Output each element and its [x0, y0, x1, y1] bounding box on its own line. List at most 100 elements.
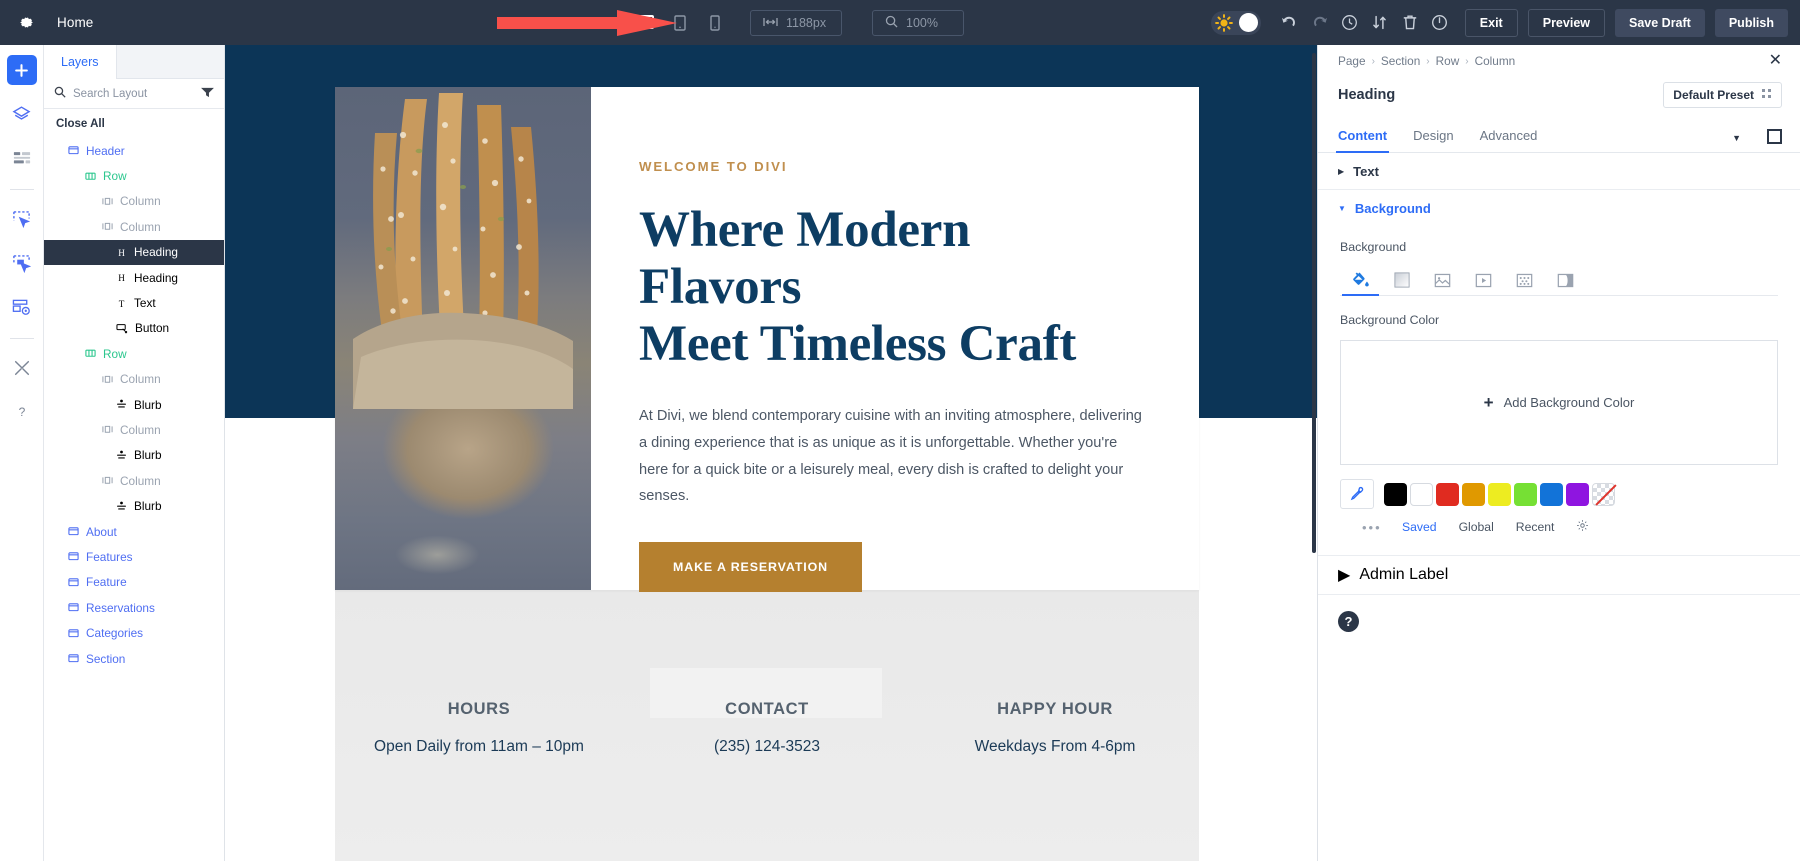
canvas-scrollbar[interactable]	[1312, 53, 1316, 553]
wireframe-icon[interactable]	[7, 143, 37, 173]
close-all-button[interactable]: Close All	[44, 109, 224, 138]
add-icon[interactable]	[6, 55, 37, 85]
background-video-icon[interactable]	[1463, 265, 1504, 295]
tools-icon[interactable]	[7, 353, 37, 383]
preview-button[interactable]: Preview	[1527, 8, 1605, 37]
filter-icon[interactable]	[201, 85, 214, 103]
blurb-icon	[116, 501, 127, 512]
zoom-field[interactable]: 100%	[872, 9, 964, 36]
recent-colors-tab[interactable]: Recent	[1516, 520, 1555, 534]
help-question-icon[interactable]: ?	[1338, 611, 1359, 632]
layer-row-column-3[interactable]: Column	[44, 214, 224, 239]
breadcrumb-column[interactable]: Column	[1475, 54, 1516, 68]
phone-icon[interactable]	[702, 10, 728, 36]
color-swatch-2[interactable]	[1436, 482, 1459, 506]
section-background[interactable]: ▼ Background	[1318, 190, 1800, 227]
layout-preview-icon[interactable]	[7, 292, 37, 322]
color-swatch-6[interactable]	[1540, 482, 1563, 506]
layer-row-heading-5[interactable]: H Heading	[44, 265, 224, 290]
add-background-color-button[interactable]: + Add Background Color	[1340, 340, 1778, 465]
eyedropper-icon[interactable]	[1340, 479, 1374, 509]
layer-label: Button	[135, 321, 170, 336]
color-swatch-3[interactable]	[1462, 482, 1485, 506]
layer-label: Column	[120, 473, 161, 488]
more-dots-icon[interactable]: •••	[1362, 520, 1382, 535]
layer-row-about-15[interactable]: About	[44, 519, 224, 544]
panel-title-row: Heading Default Preset	[1318, 77, 1800, 113]
background-gradient-icon[interactable]	[1381, 265, 1422, 295]
background-mask-icon[interactable]	[1545, 265, 1586, 295]
trash-icon[interactable]	[1395, 8, 1425, 38]
undo-icon[interactable]	[1275, 8, 1305, 38]
layer-row-column-13[interactable]: Column	[44, 468, 224, 493]
layer-row-feature-17[interactable]: Feature	[44, 570, 224, 595]
redo-icon[interactable]	[1305, 8, 1335, 38]
layer-row-column-2[interactable]: Column	[44, 189, 224, 214]
tab-content[interactable]: Content	[1335, 128, 1390, 153]
background-pattern-icon[interactable]	[1504, 265, 1545, 295]
click-select-icon[interactable]	[7, 204, 37, 234]
exit-button[interactable]: Exit	[1464, 8, 1518, 37]
color-swatch-8[interactable]	[1592, 482, 1615, 506]
layer-row-blurb-14[interactable]: Blurb	[44, 493, 224, 518]
sun-icon	[1214, 13, 1233, 32]
save-draft-button[interactable]: Save Draft	[1615, 8, 1705, 37]
tab-design[interactable]: Design	[1413, 128, 1453, 152]
layers-icon[interactable]	[7, 99, 37, 129]
power-icon[interactable]	[1425, 8, 1455, 38]
layer-row-heading-4[interactable]: H Heading	[44, 239, 224, 265]
section-text[interactable]: ▶ Text	[1318, 153, 1800, 190]
expand-square-icon[interactable]	[1767, 129, 1782, 144]
color-swatch-0[interactable]	[1384, 482, 1407, 506]
layer-row-header-0[interactable]: Header	[44, 138, 224, 163]
breadcrumb-separator: ›	[1426, 55, 1430, 67]
layer-row-row-1[interactable]: Row	[44, 163, 224, 188]
layer-row-row-8[interactable]: Row	[44, 341, 224, 366]
breadcrumb-page[interactable]: Page	[1338, 54, 1366, 68]
section-icon	[68, 145, 79, 156]
layer-row-categories-19[interactable]: Categories	[44, 620, 224, 645]
viewport-width-field[interactable]: 1188px	[750, 9, 842, 36]
layer-row-features-16[interactable]: Features	[44, 544, 224, 569]
theme-toggle[interactable]	[1210, 10, 1261, 35]
chevron-right-icon: ▶	[1338, 166, 1345, 176]
multiselect-icon[interactable]	[7, 248, 37, 278]
color-swatch-5[interactable]	[1514, 482, 1537, 506]
help-question-icon[interactable]: ?	[7, 397, 37, 427]
layer-row-reservations-18[interactable]: Reservations	[44, 595, 224, 620]
layers-search-row[interactable]: Search Layout	[44, 79, 224, 109]
layer-label: Blurb	[134, 448, 162, 463]
layer-row-button-7[interactable]: Button	[44, 316, 224, 341]
gear-icon[interactable]	[12, 9, 40, 37]
search-input[interactable]: Search Layout	[73, 88, 194, 100]
breadcrumb-section[interactable]: Section	[1381, 54, 1420, 68]
layer-row-blurb-10[interactable]: Blurb	[44, 392, 224, 417]
layer-row-column-9[interactable]: Column	[44, 367, 224, 392]
section-icon	[68, 526, 79, 537]
background-color-icon[interactable]	[1340, 265, 1381, 296]
color-swatch-4[interactable]	[1488, 482, 1511, 506]
layer-label-wrap: H Heading	[44, 271, 178, 285]
close-icon[interactable]: ✕	[1769, 53, 1782, 69]
history-clock-icon[interactable]	[1335, 8, 1365, 38]
tab-advanced[interactable]: Advanced	[1480, 128, 1538, 152]
layer-row-text-6[interactable]: T Text	[44, 290, 224, 315]
portability-icon[interactable]	[1365, 8, 1395, 38]
section-admin-label[interactable]: ▶ Admin Label	[1318, 555, 1800, 595]
background-image-icon[interactable]	[1422, 265, 1463, 295]
saved-colors-tab[interactable]: Saved	[1402, 520, 1437, 534]
color-swatch-1[interactable]	[1410, 482, 1433, 506]
publish-button[interactable]: Publish	[1714, 8, 1788, 37]
breadcrumb-row[interactable]: Row	[1436, 54, 1460, 68]
layer-row-section-20[interactable]: Section	[44, 646, 224, 671]
layer-row-column-11[interactable]: Column	[44, 417, 224, 442]
preset-selector[interactable]: Default Preset	[1663, 82, 1782, 108]
color-swatch-7[interactable]	[1566, 482, 1589, 506]
tab-layers[interactable]: Layers	[44, 45, 117, 79]
make-reservation-button[interactable]: MAKE A RESERVATION	[639, 542, 863, 593]
color-swatch-row	[1340, 479, 1778, 509]
gear-small-icon[interactable]	[1576, 519, 1589, 535]
global-colors-tab[interactable]: Global	[1459, 520, 1494, 534]
chevron-down-icon[interactable]: ▼	[1732, 133, 1741, 152]
layer-row-blurb-12[interactable]: Blurb	[44, 443, 224, 468]
